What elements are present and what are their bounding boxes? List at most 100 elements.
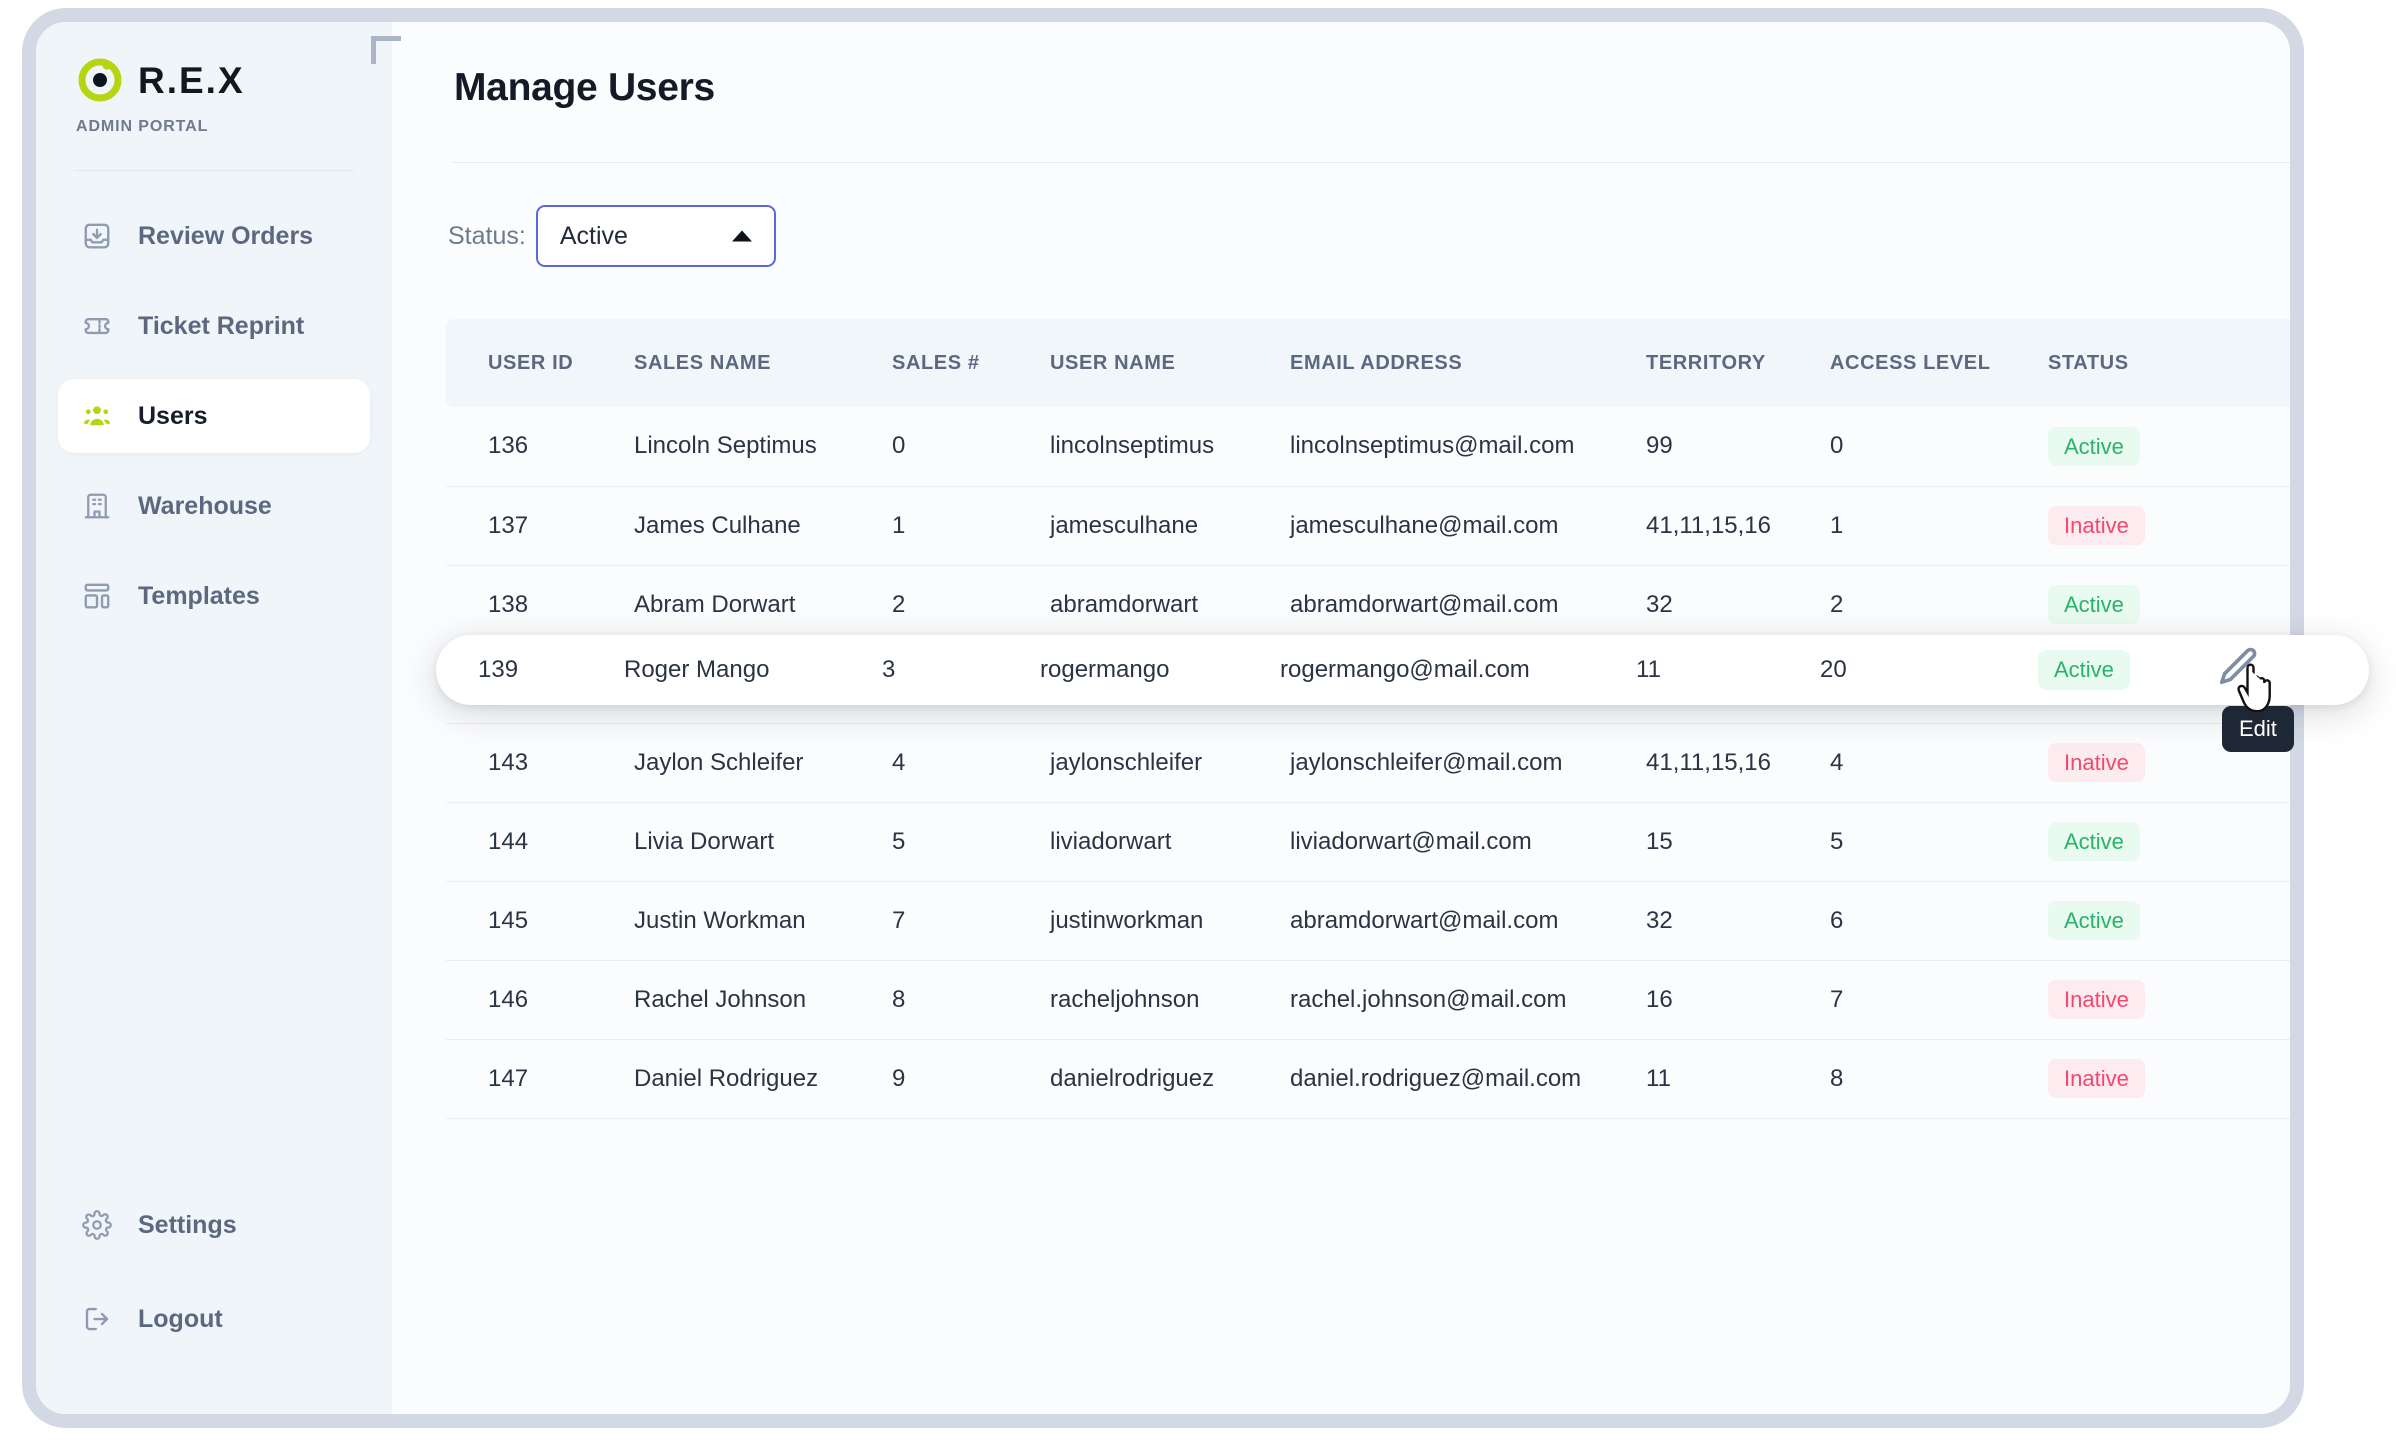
sidebar-item-warehouse[interactable]: Warehouse <box>58 469 370 543</box>
sidebar-item-ticket-reprint[interactable]: Ticket Reprint <box>58 289 370 363</box>
table-row[interactable]: 143 Jaylon Schleifer 4 jaylonschleifer jaylo… <box>446 723 2290 803</box>
hovered-table-row[interactable]: 139 Roger Mango 3 rogermango rogermango@… <box>436 635 2369 705</box>
status-select[interactable]: Active <box>535 205 776 267</box>
status-filter-bar: Status: Active <box>448 205 776 267</box>
sidebar-item-label: Logout <box>138 1304 223 1333</box>
cell-territory: 16 <box>1646 960 1830 1040</box>
status-badge: Active <box>2048 821 2140 862</box>
cell-email: jaylonschleifer@mail.com <box>1290 723 1646 803</box>
cell-user-name: lincolnseptimus <box>1050 407 1290 487</box>
brand-block: R.E.X ADMIN PORTAL <box>36 22 392 136</box>
status-badge: Active <box>2038 650 2130 690</box>
sidebar-item-logout[interactable]: Logout <box>58 1282 370 1356</box>
window-content: R.E.X ADMIN PORTAL Review Orders Ticket … <box>36 22 2290 1414</box>
hovered-row-sales-name: Roger Mango <box>624 656 770 683</box>
cell-status: Active <box>2048 565 2290 645</box>
cell-user-id: 145 <box>446 881 634 961</box>
cell-sales-name: Daniel Rodriguez <box>634 1039 892 1119</box>
hovered-row-email: rogermango@mail.com <box>1280 656 1530 683</box>
chevron-up-icon <box>731 230 752 242</box>
sidebar-item-label: Templates <box>138 581 260 610</box>
cell-user-name: jaylonschleifer <box>1050 723 1290 803</box>
cell-user-name: danielrodriguez <box>1050 1039 1290 1119</box>
cell-access-level: 0 <box>1830 407 2048 487</box>
sidebar-divider <box>74 170 354 171</box>
table-row[interactable]: 144 Livia Dorwart 5 liviadorwart liviadorwar… <box>446 802 2290 882</box>
table-row[interactable]: 147 Daniel Rodriguez 9 danielrodriguez danie… <box>446 1039 2290 1119</box>
cell-email: liviadorwart@mail.com <box>1290 802 1646 882</box>
cell-sales-number: 9 <box>892 1039 1050 1119</box>
sidebar-item-review-orders[interactable]: Review Orders <box>58 199 370 273</box>
sidebar-bottom-nav: Settings Logout <box>36 1188 392 1414</box>
users-table-head: USER ID SALES NAME SALES # USER NAME EMA… <box>446 319 2290 407</box>
cell-sales-number: 2 <box>892 565 1050 645</box>
sidebar-item-label: Warehouse <box>138 491 272 520</box>
status-badge: Active <box>2048 900 2140 941</box>
column-header-territory[interactable]: TERRITORY <box>1646 319 1830 407</box>
gear-icon <box>82 1210 112 1240</box>
cell-status: Active <box>2048 881 2290 961</box>
users-table: USER ID SALES NAME SALES # USER NAME EMA… <box>446 319 2290 1119</box>
brand-subtitle: ADMIN PORTAL <box>76 118 209 135</box>
cell-territory: 32 <box>1646 565 1830 645</box>
column-header-user-name[interactable]: USER NAME <box>1050 319 1290 407</box>
page-title: Manage Users <box>454 66 715 109</box>
users-table-container: USER ID SALES NAME SALES # USER NAME EMA… <box>446 319 2290 1119</box>
table-row[interactable]: 138 Abram Dorwart 2 abramdorwart abramdorwar… <box>446 565 2290 645</box>
sidebar-item-label: Review Orders <box>138 221 314 250</box>
cell-sales-number: 4 <box>892 723 1050 803</box>
status-select-value: Active <box>559 221 628 250</box>
hovered-row-access-level: 20 <box>1820 656 1847 683</box>
brand-wordmark: R.E.X <box>138 59 245 101</box>
cell-access-level: 5 <box>1830 802 2048 882</box>
cell-sales-name: Jaylon Schleifer <box>634 723 892 803</box>
column-header-access-level[interactable]: ACCESS LEVEL <box>1830 319 2048 407</box>
cell-email: abramdorwart@mail.com <box>1290 565 1646 645</box>
cell-status: Inative <box>2048 1039 2290 1119</box>
hand-pointer-cursor <box>2237 663 2271 713</box>
cell-email: lincolnseptimus@mail.com <box>1290 407 1646 487</box>
cell-user-id: 144 <box>446 802 634 882</box>
status-badge: Inative <box>2048 979 2145 1020</box>
hovered-row-user-id: 139 <box>478 656 519 683</box>
cell-territory: 32 <box>1646 881 1830 961</box>
column-header-user-id[interactable]: USER ID <box>446 319 634 407</box>
column-header-sales-name[interactable]: SALES NAME <box>634 319 892 407</box>
cell-status: Inative <box>2048 486 2290 566</box>
sidebar-item-templates[interactable]: Templates <box>58 559 370 633</box>
cell-status: Inative <box>2048 960 2290 1040</box>
cell-territory: 99 <box>1646 407 1830 487</box>
column-header-email-address[interactable]: EMAIL ADDRESS <box>1290 319 1646 407</box>
ticket-icon <box>84 317 110 335</box>
sidebar-item-users[interactable]: Users <box>58 379 370 453</box>
sidebar-item-settings[interactable]: Settings <box>58 1188 370 1262</box>
sidebar: R.E.X ADMIN PORTAL Review Orders Ticket … <box>36 22 392 1414</box>
main-content: Manage Users Status: Active USER ID SALE… <box>392 22 2290 1414</box>
cell-status: Active <box>2048 407 2290 487</box>
cell-user-id: 143 <box>446 723 634 803</box>
table-row[interactable]: 136 Lincoln Septimus 0 lincolnseptimus linco… <box>446 407 2290 487</box>
hovered-row-sales-number: 3 <box>882 656 896 683</box>
table-row[interactable]: 145 Justin Workman 7 justinworkman abramdorw… <box>446 881 2290 961</box>
cell-user-name: liviadorwart <box>1050 802 1290 882</box>
cell-sales-name: Lincoln Septimus <box>634 407 892 487</box>
column-header-status[interactable]: STATUS <box>2048 319 2290 407</box>
cell-access-level: 2 <box>1830 565 2048 645</box>
cell-user-id: 146 <box>446 960 634 1040</box>
cell-territory: 15 <box>1646 802 1830 882</box>
browser-window: R.E.X ADMIN PORTAL Review Orders Ticket … <box>22 8 2369 1428</box>
cell-user-id: 137 <box>446 486 634 566</box>
inbox-download-icon <box>84 223 110 249</box>
column-header-sales-number[interactable]: SALES # <box>892 319 1050 407</box>
status-badge: Inative <box>2048 505 2145 546</box>
table-row[interactable]: 146 Rachel Johnson 8 racheljohnson rachel.jo… <box>446 960 2290 1040</box>
status-filter-label: Status: <box>448 221 526 250</box>
cell-territory: 41,11,15,16 <box>1646 486 1830 566</box>
cell-status: Active <box>2048 802 2290 882</box>
rex-circle-logo-icon <box>78 58 122 102</box>
cell-email: rachel.johnson@mail.com <box>1290 960 1646 1040</box>
sidebar-item-label: Ticket Reprint <box>138 311 305 340</box>
cell-access-level: 4 <box>1830 723 2048 803</box>
cell-access-level: 7 <box>1830 960 2048 1040</box>
table-row[interactable]: 137 James Culhane 1 jamesculhane jamesculhan… <box>446 486 2290 566</box>
